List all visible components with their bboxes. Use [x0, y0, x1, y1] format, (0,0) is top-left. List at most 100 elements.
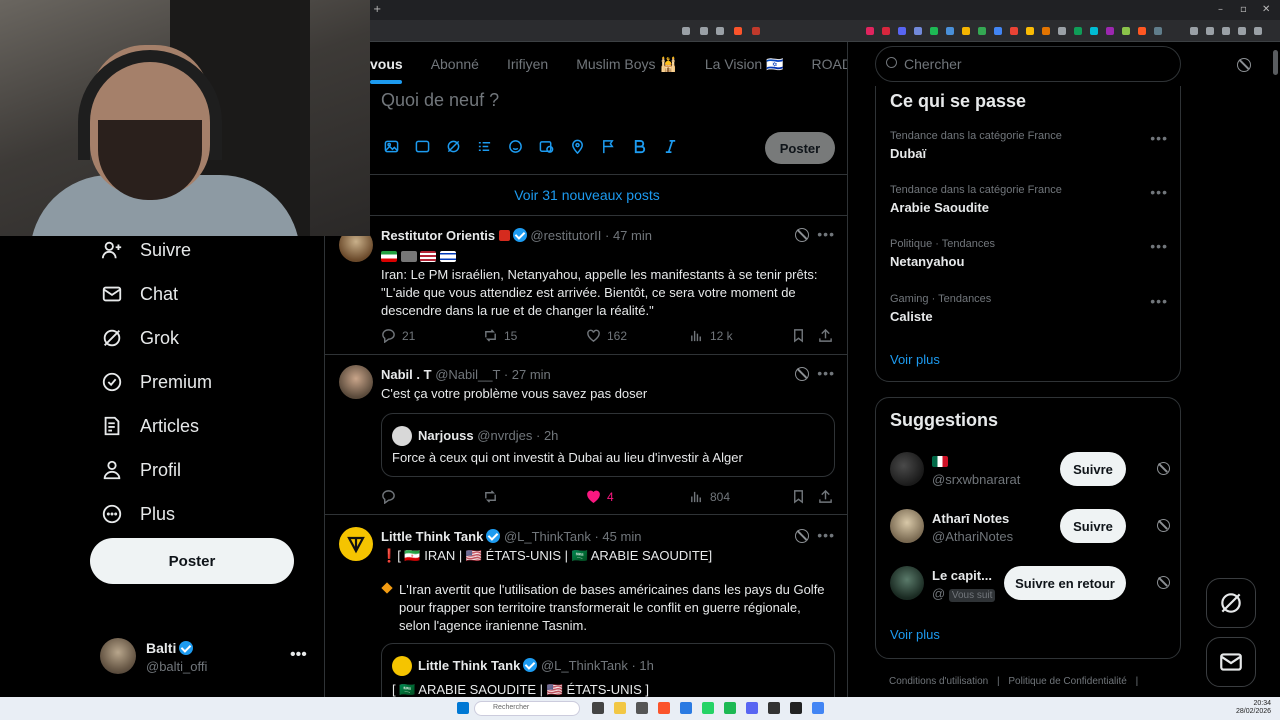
extension-icon[interactable]: [1058, 27, 1066, 35]
obs-icon[interactable]: [790, 702, 802, 714]
playlist-icon[interactable]: [1190, 27, 1198, 35]
zoom-icon[interactable]: [682, 27, 690, 35]
show-new-posts[interactable]: Voir 31 nouveaux posts: [325, 174, 847, 216]
bookmark-icon[interactable]: [791, 328, 806, 343]
tweet-handle[interactable]: @restitutorII: [530, 228, 601, 243]
compose-input[interactable]: Quoi de neuf ?: [381, 90, 499, 111]
share-icon[interactable]: [716, 27, 724, 35]
windows-start-icon[interactable]: [457, 702, 469, 714]
chrome-icon[interactable]: [812, 702, 824, 714]
more-dots-icon[interactable]: •••: [1150, 238, 1168, 254]
messages-fab[interactable]: [1206, 637, 1256, 687]
block-icon[interactable]: [795, 228, 809, 242]
account-switcher[interactable]: Balti @balti_offi •••: [100, 638, 310, 678]
tweet-time[interactable]: · 27 min: [504, 367, 551, 382]
gif-icon[interactable]: [414, 138, 430, 154]
app-icon[interactable]: [636, 702, 648, 714]
compose-post-button[interactable]: Poster: [765, 132, 835, 164]
minimize-icon[interactable]: –: [1218, 4, 1223, 15]
menu-icon[interactable]: [1254, 27, 1262, 35]
nav-item-grok[interactable]: Grok: [90, 316, 320, 360]
search-input[interactable]: Chercher: [875, 46, 1181, 82]
views-button[interactable]: 804: [689, 489, 730, 504]
nav-item-chat[interactable]: Chat: [90, 272, 320, 316]
vpn-icon[interactable]: [1238, 27, 1246, 35]
block-icon[interactable]: [795, 367, 809, 381]
suggestion-item[interactable]: Le capit... @ Vous suit Suivre en retour: [890, 566, 1170, 606]
extension-icon[interactable]: [1122, 27, 1130, 35]
italic-icon[interactable]: [662, 138, 678, 154]
avatar[interactable]: [339, 527, 373, 561]
brave-icon[interactable]: [658, 702, 670, 714]
trend-item[interactable]: Tendance dans la catégorie France Dubaï …: [890, 130, 1168, 170]
tweet-handle[interactable]: @L_ThinkTank: [504, 529, 591, 544]
extension-icon[interactable]: [1106, 27, 1114, 35]
extension-icon[interactable]: [962, 27, 970, 35]
scrollbar[interactable]: [1273, 50, 1278, 75]
taskbar-search[interactable]: Rechercher: [474, 701, 580, 716]
block-icon[interactable]: [1237, 58, 1251, 72]
views-button[interactable]: 12 k: [689, 328, 733, 343]
file-explorer-icon[interactable]: [614, 702, 626, 714]
emoji-icon[interactable]: [507, 138, 523, 154]
tweet-author[interactable]: Little Think Tank: [381, 529, 483, 544]
bookmark-icon[interactable]: [791, 489, 806, 504]
schedule-icon[interactable]: [538, 138, 554, 154]
more-dots-icon[interactable]: •••: [1150, 293, 1168, 309]
extension-icon[interactable]: [994, 27, 1002, 35]
avatar[interactable]: [890, 566, 924, 600]
suggestion-item[interactable]: @srxwbnararat Suivre: [890, 452, 1170, 492]
tweet-time[interactable]: · 45 min: [594, 529, 641, 544]
maximize-icon[interactable]: ▫: [1240, 4, 1247, 15]
grok-icon[interactable]: [445, 138, 461, 154]
block-icon[interactable]: [1157, 576, 1170, 589]
more-dots-icon[interactable]: •••: [817, 365, 835, 381]
follow-button[interactable]: Suivre: [1060, 452, 1126, 486]
block-icon[interactable]: [1157, 519, 1170, 532]
nav-item-articles[interactable]: Articles: [90, 404, 320, 448]
avatar[interactable]: [890, 509, 924, 543]
tab-la-vision[interactable]: La Vision 🇮🇱: [691, 42, 798, 84]
brave-rewards-icon[interactable]: [752, 27, 760, 35]
like-button[interactable]: 162: [586, 328, 627, 343]
avatar[interactable]: [890, 452, 924, 486]
tweet-author[interactable]: Restitutor Orientis: [381, 228, 495, 243]
extension-icon[interactable]: [930, 27, 938, 35]
share-icon[interactable]: [818, 328, 833, 343]
extension-icon[interactable]: [866, 27, 874, 35]
like-button[interactable]: 4: [586, 489, 614, 504]
extension-icon[interactable]: [978, 27, 986, 35]
tweet-handle[interactable]: @Nabil__T: [435, 367, 500, 382]
more-dots-icon[interactable]: •••: [817, 226, 835, 242]
discord-icon[interactable]: [746, 702, 758, 714]
trend-item[interactable]: Politique · Tendances Netanyahou •••: [890, 238, 1168, 278]
nav-item-more[interactable]: Plus: [90, 492, 320, 536]
tweet-time[interactable]: · 47 min: [605, 228, 652, 243]
extension-icon[interactable]: [1010, 27, 1018, 35]
extension-icon[interactable]: [946, 27, 954, 35]
brave-shield-icon[interactable]: [734, 27, 742, 35]
tab-road[interactable]: ROAD: [798, 42, 847, 84]
extension-icon[interactable]: [1026, 27, 1034, 35]
tweet[interactable]: Restitutor Orientis @restitutorII · 47 m…: [325, 216, 847, 355]
avatar[interactable]: [339, 365, 373, 399]
follow-back-button[interactable]: Suivre en retour: [1004, 566, 1126, 600]
task-view-icon[interactable]: [592, 702, 604, 714]
app-icon[interactable]: [680, 702, 692, 714]
more-dots-icon[interactable]: •••: [290, 646, 307, 664]
suggestion-item[interactable]: Atharī Notes @AthariNotes Suivre: [890, 509, 1170, 549]
quoted-tweet[interactable]: Narjouss @nvrdjes · 2h Force à ceux qui …: [381, 413, 835, 477]
poll-icon[interactable]: [476, 138, 492, 154]
sidebar-toggle-icon[interactable]: [1206, 27, 1214, 35]
repost-button[interactable]: [483, 489, 498, 504]
trends-show-more[interactable]: Voir plus: [890, 352, 940, 367]
whatsapp-icon[interactable]: [702, 702, 714, 714]
block-icon[interactable]: [795, 529, 809, 543]
new-tab-icon[interactable]: +: [373, 4, 381, 15]
nav-item-profile[interactable]: Profil: [90, 448, 320, 492]
extension-icon[interactable]: [898, 27, 906, 35]
tweet[interactable]: Little Think Tank @L_ThinkTank · 45 min …: [325, 515, 847, 702]
extension-icon[interactable]: [1042, 27, 1050, 35]
reply-button[interactable]: [381, 489, 396, 504]
screenshot-icon[interactable]: [700, 27, 708, 35]
